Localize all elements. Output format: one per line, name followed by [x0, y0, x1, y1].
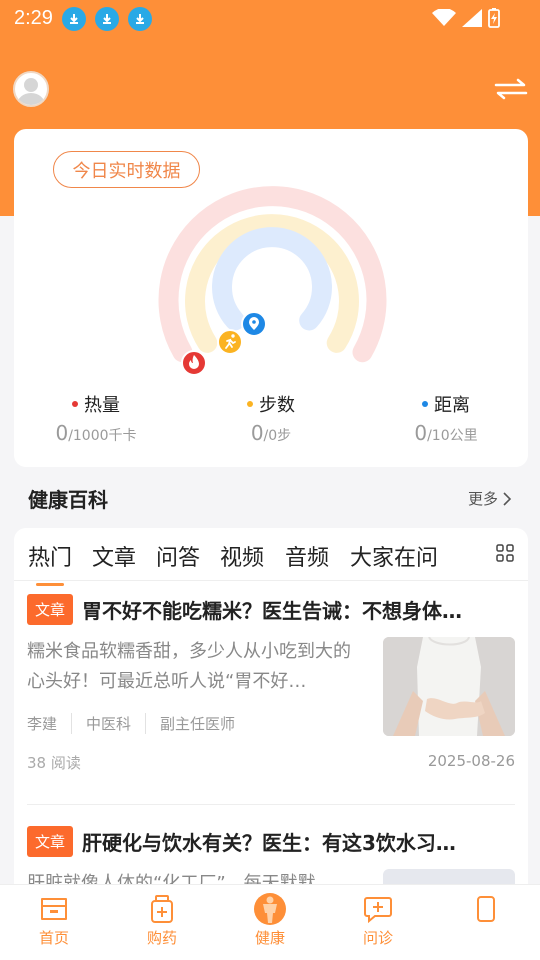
more-label: 更多	[467, 490, 498, 508]
article-tag: 文章	[27, 826, 74, 857]
distance-label: 距离	[434, 395, 470, 416]
nav-profile[interactable]	[441, 895, 531, 927]
nav-pharmacy-label: 购药	[146, 929, 177, 947]
more-link[interactable]: 更多	[468, 488, 512, 509]
article-excerpt: 糯米食品软糯香甜，多少人从小吃到大的心头好！可最近总听人说“胃不好…	[27, 641, 351, 692]
steps-label: 步数	[259, 395, 295, 416]
distance-unit: /10公里	[427, 428, 478, 444]
tab-articles[interactable]: 文章	[92, 540, 136, 572]
calorie-unit: /1000千卡	[68, 428, 137, 444]
distance-ring-marker	[241, 311, 267, 337]
download-icon	[128, 7, 152, 31]
section-title: 健康百科	[28, 488, 108, 512]
calorie-label: 热量	[84, 395, 120, 416]
article-title[interactable]: 胃不好不能吃糯米？医生告诫：不想身体…	[82, 595, 462, 624]
nav-health-label: 健康	[254, 929, 285, 947]
steps-unit: /0步	[263, 428, 292, 444]
nav-home-label: 首页	[38, 929, 69, 947]
article-title[interactable]: 肝硬化与饮水有关？医生：有这3饮水习…	[82, 827, 456, 856]
status-bar: 2:29	[0, 0, 540, 38]
tab-audio[interactable]: 音频	[285, 540, 329, 572]
calorie-ring-marker	[181, 350, 207, 376]
article-meta: 李建 中医科 副主任医师	[27, 713, 263, 734]
article-card[interactable]: 文章 肝硬化与饮水有关？医生：有这3饮水习… 肝脏就像人体的“化工厂”，每天默默	[27, 826, 515, 888]
nav-health[interactable]: 健康	[225, 893, 315, 948]
grid-icon[interactable]	[496, 544, 514, 562]
nav-consult-label: 问诊	[362, 929, 393, 947]
steps-ring-marker	[217, 329, 243, 355]
article-tag: 文章	[27, 594, 74, 625]
nav-home[interactable]: 首页	[9, 895, 99, 948]
tab-video[interactable]: 视频	[220, 540, 264, 572]
body-icon	[254, 893, 286, 925]
steps-stat: 步数 0/0步	[191, 391, 351, 445]
signal-icon	[462, 9, 482, 27]
tab-hot[interactable]: 热门	[28, 540, 72, 586]
activity-rings	[158, 186, 387, 376]
chevron-right-icon	[503, 491, 512, 506]
medicine-bottle-icon	[151, 895, 173, 923]
realtime-data-card: 今日实时数据 热量 0/1000千卡 步数 0/0步 距离 0/10公里	[14, 129, 528, 467]
article-thumbnail[interactable]	[383, 637, 515, 736]
home-icon	[41, 898, 67, 920]
battery-icon	[488, 8, 500, 28]
article-reads: 38 阅读	[27, 754, 81, 772]
article-card[interactable]: 文章 胃不好不能吃糯米？医生告诫：不想身体… 糯米食品软糯香甜，多少人从小吃到大…	[27, 594, 515, 737]
calorie-stat: 热量 0/1000千卡	[16, 391, 176, 445]
article-date: 2025-08-26	[427, 752, 515, 770]
article-department: 中医科	[86, 713, 147, 734]
category-tabs: 热门 文章 问答 视频 音频 大家在问	[14, 528, 528, 586]
nav-pharmacy[interactable]: 购药	[117, 895, 207, 948]
bottom-nav: 首页 购药 健康 问诊	[0, 884, 540, 960]
nav-consult[interactable]: 问诊	[333, 895, 423, 948]
download-icon	[95, 7, 119, 31]
avatar[interactable]	[13, 71, 49, 107]
status-time: 2:29	[14, 7, 53, 29]
tab-everyone-asks[interactable]: 大家在问	[350, 540, 438, 572]
calorie-value: 0	[55, 421, 69, 445]
encyclopedia-panel: 热门 文章 问答 视频 音频 大家在问 文章 胃不好不能吃糯米？医生告诫：不想身…	[14, 528, 528, 888]
distance-value: 0	[414, 421, 428, 445]
switch-icon[interactable]	[494, 74, 528, 104]
article-author: 李建	[27, 713, 73, 734]
article-position: 副主任医师	[160, 715, 236, 733]
download-icon	[62, 7, 86, 31]
consult-icon	[364, 897, 392, 923]
divider	[27, 804, 515, 805]
distance-stat: 距离 0/10公里	[366, 391, 526, 445]
tab-qa[interactable]: 问答	[156, 540, 200, 572]
wifi-icon	[432, 9, 456, 26]
steps-value: 0	[250, 421, 264, 445]
profile-icon	[477, 896, 495, 922]
